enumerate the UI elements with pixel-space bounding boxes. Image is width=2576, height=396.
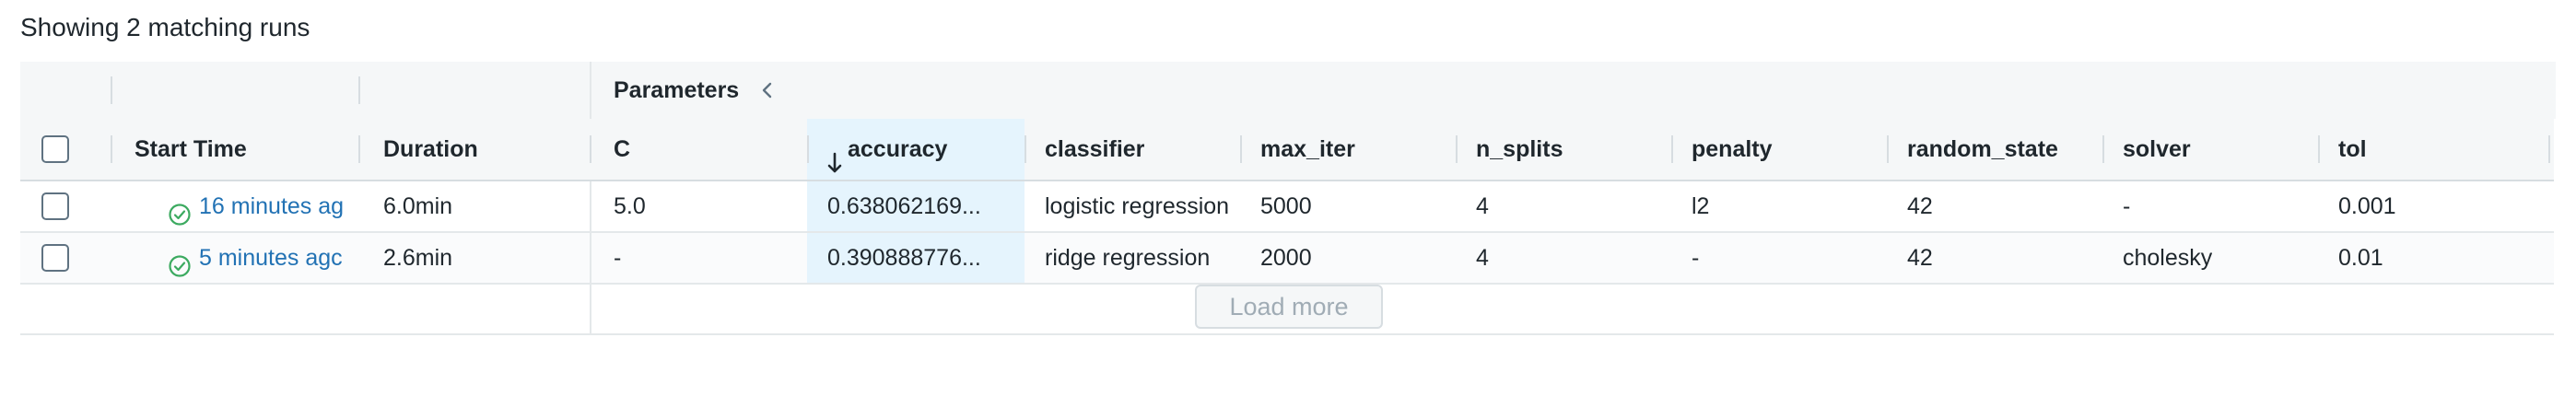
column-header-duration[interactable]: Duration (383, 119, 478, 180)
select-all-checkbox[interactable] (41, 135, 69, 163)
run-start-time-link[interactable]: 5 minutes agc (168, 233, 361, 283)
header-divider (1240, 135, 1242, 163)
header-divider (111, 135, 112, 163)
run-start-time: 16 minutes ag (199, 193, 345, 219)
header-divider (1887, 135, 1889, 163)
cell-divider (590, 181, 591, 231)
column-header-solver[interactable]: solver (2123, 119, 2191, 180)
metric-accuracy: 0.638062169... (827, 193, 981, 219)
run-duration: 2.6min (383, 245, 453, 271)
param-n-splits: 4 (1476, 245, 1489, 271)
param-solver: - (2123, 193, 2131, 219)
header-divider (2548, 135, 2550, 163)
param-classifier: ridge regression (1045, 245, 1211, 271)
param-solver: cholesky (2123, 245, 2213, 271)
param-random-state: 42 (1907, 245, 1933, 271)
param-tol: 0.01 (2338, 245, 2383, 271)
run-duration: 6.0min (383, 193, 453, 219)
column-header-max-iter[interactable]: max_iter (1260, 119, 1355, 180)
table-bottom-border (20, 333, 2554, 335)
param-penalty: l2 (1692, 193, 1710, 219)
header-divider (807, 135, 809, 163)
header-divider (358, 135, 360, 163)
row-checkbox[interactable] (41, 244, 69, 272)
param-classifier: logistic regression (1045, 193, 1230, 219)
column-header-classifier[interactable]: classifier (1045, 119, 1144, 180)
cell-divider (590, 233, 591, 283)
success-check-icon (168, 246, 192, 277)
chevron-left-icon[interactable] (757, 80, 778, 100)
header-divider (1456, 135, 1458, 163)
column-header-tol[interactable]: tol (2338, 119, 2367, 180)
param-n-splits: 4 (1476, 193, 1489, 219)
load-more-button[interactable]: Load more (1195, 285, 1383, 329)
table-row[interactable]: 16 minutes ag 6.0min 5.0 0.638062169... … (20, 181, 2554, 233)
param-c: - (614, 245, 622, 271)
header-divider (111, 76, 112, 104)
header-divider (1671, 135, 1673, 163)
param-random-state: 42 (1907, 193, 1933, 219)
table-row[interactable]: 5 minutes agc 2.6min - 0.390888776... ri… (20, 233, 2554, 285)
column-header-start-time[interactable]: Start Time (135, 119, 247, 180)
header-divider (1025, 135, 1026, 163)
arrow-down-icon (827, 137, 842, 173)
header-divider (2102, 135, 2104, 163)
parameters-group-header (590, 62, 2556, 119)
success-check-icon (168, 194, 192, 226)
param-penalty: - (1692, 245, 1700, 271)
matching-runs-summary: Showing 2 matching runs (20, 13, 310, 41)
parameters-group-toggle[interactable]: Parameters (614, 62, 778, 119)
runs-page: Showing 2 matching runs Parameters Start… (0, 0, 2576, 396)
param-tol: 0.001 (2338, 193, 2396, 219)
runs-table: Parameters Start Time Duration C accurac… (20, 62, 2556, 335)
column-header-n-splits[interactable]: n_splits (1476, 119, 1563, 180)
column-header-c[interactable]: C (614, 119, 630, 180)
header-divider (590, 135, 591, 163)
cell-divider (590, 285, 591, 335)
parameters-group-label: Parameters (614, 77, 740, 103)
column-header-random-state[interactable]: random_state (1907, 119, 2058, 180)
column-header-accuracy[interactable]: accuracy (827, 119, 947, 180)
column-header-penalty[interactable]: penalty (1692, 119, 1773, 180)
param-max-iter: 5000 (1260, 193, 1312, 219)
run-start-time-link[interactable]: 16 minutes ag (168, 181, 361, 231)
run-start-time: 5 minutes agc (199, 245, 343, 271)
header-divider (358, 76, 360, 104)
param-c: 5.0 (614, 193, 646, 219)
column-header-accuracy-label: accuracy (848, 136, 948, 162)
column-header-row: Start Time Duration C accuracy classifie… (20, 119, 2554, 181)
row-checkbox[interactable] (41, 192, 69, 220)
param-max-iter: 2000 (1260, 245, 1312, 271)
header-divider (2318, 135, 2320, 163)
metric-accuracy: 0.390888776... (827, 245, 981, 271)
